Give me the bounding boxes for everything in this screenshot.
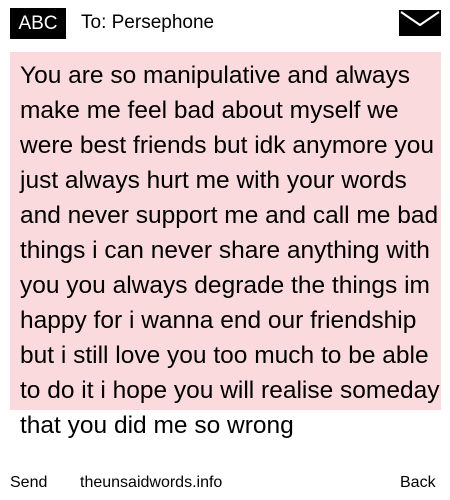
softkey-bar: Send theunsaidwords.info Back bbox=[0, 472, 450, 500]
back-softkey[interactable]: Back bbox=[400, 472, 436, 494]
site-label: theunsaidwords.info bbox=[80, 474, 223, 491]
send-softkey[interactable]: Send bbox=[10, 472, 47, 494]
message-header: ABC To: Persephone bbox=[0, 0, 450, 46]
input-mode-indicator[interactable]: ABC bbox=[10, 8, 66, 39]
envelope-icon bbox=[399, 10, 441, 36]
message-body[interactable]: You are so manipulative and always make … bbox=[20, 58, 440, 443]
recipient-field[interactable]: To: Persephone bbox=[81, 10, 214, 36]
